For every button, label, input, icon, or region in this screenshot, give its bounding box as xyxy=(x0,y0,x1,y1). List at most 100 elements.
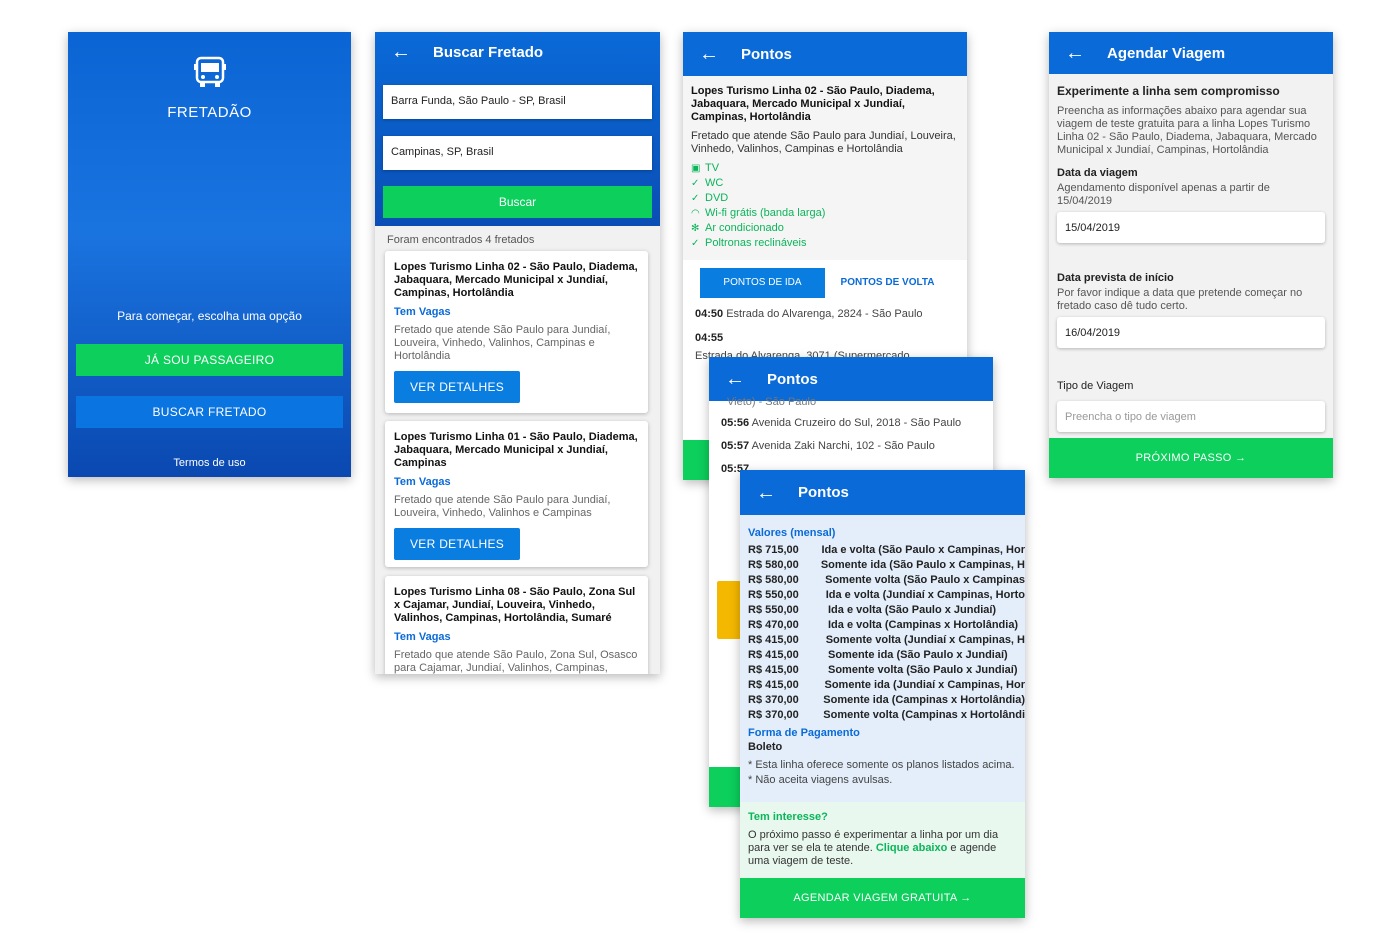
line-info: Lopes Turismo Linha 02 - São Paulo, Diad… xyxy=(683,76,967,260)
search-header: ← Buscar Fretado Barra Funda, São Paulo … xyxy=(375,32,660,226)
check-icon: ✓ xyxy=(691,178,700,189)
price-description: Ida e volta (São Paulo x Jundiaí) xyxy=(828,604,997,616)
price-row: R$ 370,00 Somente ida (Campinas x Hortolâ… xyxy=(748,693,1025,708)
price-list: R$ 715,00 Ida e volta (São Paulo x Campin… xyxy=(748,543,1025,723)
schedule-intro: Preencha as informações abaixo para agen… xyxy=(1057,105,1317,156)
price-value: R$ 580,00 xyxy=(748,574,799,586)
back-arrow-icon[interactable]: ← xyxy=(391,42,415,62)
result-card: Lopes Turismo Linha 01 - São Paulo, Diad… xyxy=(385,421,648,567)
payment-method: Boleto xyxy=(748,741,783,753)
origin-input[interactable]: Barra Funda, São Paulo - SP, Brasil xyxy=(383,85,652,119)
price-row: R$ 550,00 Ida e volta (São Paulo x Jundia… xyxy=(748,603,1025,618)
destination-input[interactable]: Campinas, SP, Brasil xyxy=(383,136,652,170)
prices-screen: ← Pontos Valores (mensal) R$ 715,00 Ida e… xyxy=(740,470,1025,918)
price-row: R$ 370,00 Somente volta (Campinas x Horto… xyxy=(748,708,1025,723)
price-value: R$ 415,00 xyxy=(748,664,799,676)
price-description: Somente volta (Jundiaí x Campinas, H xyxy=(825,634,1025,646)
price-value: R$ 415,00 xyxy=(748,634,799,646)
price-row: R$ 415,00 Somente volta (São Paulo x Jund… xyxy=(748,663,1025,678)
schedule-free-trip-button[interactable]: AGENDAR VIAGEM GRATUITA → xyxy=(740,878,1025,918)
trip-type-input[interactable]: Preencha o tipo de viagem xyxy=(1057,401,1325,432)
feature-item: ✓ WC xyxy=(691,177,724,189)
snowflake-icon: ✻ xyxy=(691,223,700,234)
schedule-screen: ← Agendar Viagem Experimente a linha sem… xyxy=(1049,32,1333,478)
search-charter-button[interactable]: BUSCAR FRETADO xyxy=(76,396,343,428)
trip-type-label: Tipo de Viagem xyxy=(1057,380,1134,392)
vacancy-status: Tem Vagas xyxy=(394,306,451,318)
result-card: Lopes Turismo Linha 08 - São Paulo, Zona… xyxy=(385,576,648,674)
price-value: R$ 470,00 xyxy=(748,619,799,631)
price-description: Somente ida (São Paulo x Jundiaí) xyxy=(828,649,1008,661)
feature-item: ✓ DVD xyxy=(691,192,729,204)
back-arrow-icon[interactable]: ← xyxy=(725,369,749,389)
bottom-button-partial[interactable] xyxy=(709,767,741,807)
price-description: Ida e volta (Jundiaí x Campinas, Horto xyxy=(825,589,1025,601)
price-row: R$ 415,00 Somente ida (São Paulo x Jundia… xyxy=(748,648,1025,663)
welcome-screen: FRETADÃO Para começar, escolha uma opção… xyxy=(68,32,351,477)
page-title: Agendar Viagem xyxy=(1107,44,1226,62)
price-value: R$ 370,00 xyxy=(748,709,799,721)
passenger-button[interactable]: JÁ SOU PASSAGEIRO xyxy=(76,344,343,376)
tv-icon: ▣ xyxy=(691,163,701,174)
price-row: R$ 415,00 Somente ida (Jundiaí x Campinas… xyxy=(748,678,1025,693)
stop-item: 04:50 Estrada do Alvarenga, 2824 - São P… xyxy=(695,308,923,320)
schedule-heading: Experimente a linha sem compromisso xyxy=(1057,84,1280,98)
price-row: R$ 470,00 Ida e volta (Campinas x Hortolâ… xyxy=(748,618,1025,633)
price-description: Somente ida (Jundiaí x Campinas, Hor xyxy=(824,679,1026,691)
price-value: R$ 715,00 xyxy=(748,544,799,556)
price-description: Ida e volta (São Paulo x Campinas, Hor xyxy=(821,544,1025,556)
wifi-icon: ◠ xyxy=(691,208,700,219)
feature-item: ✻ Ar condicionado xyxy=(691,222,784,234)
vacancy-status: Tem Vagas xyxy=(394,476,451,488)
price-description: Somente volta (São Paulo x Campinas xyxy=(825,574,1025,586)
price-value: R$ 415,00 xyxy=(748,679,799,691)
page-title: Pontos xyxy=(767,370,818,388)
stop-partial: Vieto) - São Paulo xyxy=(727,396,817,408)
result-description: Fretado que atende São Paulo, Zona Sul, … xyxy=(394,649,638,674)
note-single-trips: * Não aceita viagens avulsas. xyxy=(748,774,893,786)
price-value: R$ 580,00 xyxy=(748,559,799,571)
terms-link[interactable]: Termos de uso xyxy=(68,457,351,469)
tab-outbound[interactable]: PONTOS DE IDA xyxy=(700,268,825,298)
line-title: Lopes Turismo Linha 02 - São Paulo, Diad… xyxy=(691,85,935,123)
result-title: Lopes Turismo Linha 01 - São Paulo, Diad… xyxy=(394,431,638,469)
result-description: Fretado que atende São Paulo para Jundia… xyxy=(394,324,611,362)
price-value: R$ 415,00 xyxy=(748,649,799,661)
click-below-link[interactable]: Clique abaixo xyxy=(876,842,948,854)
feature-item: ▣ TV xyxy=(691,162,720,174)
prices-heading: Valores (mensal) xyxy=(748,527,836,539)
search-button[interactable]: Buscar xyxy=(383,186,652,218)
features-list: ▣ TV ✓ WC ✓ DVD ◠ Wi-fi grátis (banda larga)… xyxy=(691,161,959,251)
start-date-input[interactable]: 16/04/2019 xyxy=(1057,317,1325,348)
prices-section: Valores (mensal) R$ 715,00 Ida e volta (S… xyxy=(748,527,1025,788)
payment-heading: Forma de Pagamento xyxy=(748,727,860,739)
tab-return[interactable]: PONTOS DE VOLTA xyxy=(825,268,950,298)
trip-date-label: Data da viagem xyxy=(1057,167,1138,179)
next-step-button[interactable]: PRÓXIMO PASSO → xyxy=(1049,438,1333,478)
check-icon: ✓ xyxy=(691,238,700,249)
back-arrow-icon[interactable]: ← xyxy=(756,483,780,503)
check-icon: ✓ xyxy=(691,193,700,204)
highlight-partial xyxy=(717,581,741,639)
price-row: R$ 415,00 Somente volta (Jundiaí x Campin… xyxy=(748,633,1025,648)
back-arrow-icon[interactable]: ← xyxy=(1065,43,1089,63)
price-value: R$ 550,00 xyxy=(748,604,799,616)
back-arrow-icon[interactable]: ← xyxy=(699,44,723,64)
page-title: Buscar Fretado xyxy=(433,43,544,61)
trip-type-placeholder: Preencha o tipo de viagem xyxy=(1065,411,1196,423)
interest-section: Tem interesse? O próximo passo é experim… xyxy=(740,802,1025,878)
note-plans: * Esta linha oferece somente os planos l… xyxy=(748,759,1015,771)
result-title: Lopes Turismo Linha 08 - São Paulo, Zona… xyxy=(394,586,636,624)
view-details-button[interactable]: VER DETALHES xyxy=(394,371,521,403)
interest-heading: Tem interesse? xyxy=(748,811,828,823)
app-bar: ← Agendar Viagem xyxy=(1049,32,1333,74)
price-description: Somente ida (Campinas x Hortolândia) xyxy=(823,694,1025,706)
app-bar: ← Pontos xyxy=(740,470,1025,515)
view-details-button[interactable]: VER DETALHES xyxy=(394,528,521,560)
price-value: R$ 550,00 xyxy=(748,589,799,601)
page-title: Pontos xyxy=(741,45,792,63)
trip-date-input[interactable]: 15/04/2019 xyxy=(1057,212,1325,243)
page-title: Pontos xyxy=(798,484,849,501)
results-count: Foram encontrados 4 fretados xyxy=(387,234,535,246)
feature-item: ✓ Poltronas reclináveis xyxy=(691,237,807,249)
